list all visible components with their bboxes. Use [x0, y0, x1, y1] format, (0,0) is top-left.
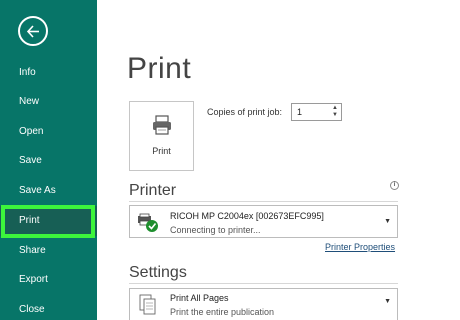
copies-label: Copies of print job:	[207, 107, 283, 117]
nav-item-save-as[interactable]: Save As	[0, 176, 97, 206]
printer-icon	[153, 115, 171, 135]
printer-status: Connecting to printer...	[170, 225, 261, 235]
nav-item-export[interactable]: Export	[0, 265, 97, 295]
info-icon[interactable]: i	[390, 181, 399, 190]
back-button[interactable]	[18, 16, 48, 46]
nav-item-close[interactable]: Close	[0, 295, 97, 320]
settings-divider	[129, 283, 398, 284]
print-button-label: Print	[152, 146, 171, 156]
printer-select[interactable]: RICOH MP C2004ex [002673EFC995] Connecti…	[129, 205, 398, 238]
print-pages-select[interactable]: Print All Pages Print the entire publica…	[129, 288, 398, 320]
copies-stepper[interactable]: 1 ▲ ▼	[291, 103, 342, 121]
pages-icon	[139, 294, 156, 315]
nav-item-new[interactable]: New	[0, 87, 97, 117]
printer-status-icon	[138, 213, 158, 232]
printer-name: RICOH MP C2004ex [002673EFC995]	[170, 211, 324, 221]
nav-item-info[interactable]: Info	[0, 58, 97, 88]
spin-up-icon[interactable]: ▲	[331, 105, 339, 112]
backstage-sidebar: Info New Open Save Save As Print Share E…	[0, 0, 97, 320]
copies-value: 1	[297, 107, 303, 117]
back-arrow-icon	[26, 25, 39, 38]
copies-spinner[interactable]: ▲ ▼	[331, 105, 339, 119]
chevron-down-icon[interactable]: ▼	[384, 218, 391, 225]
pages-option: Print All Pages	[170, 293, 229, 303]
nav-item-share[interactable]: Share	[0, 236, 97, 266]
print-button[interactable]: Print	[129, 101, 194, 171]
nav-item-save[interactable]: Save	[0, 146, 97, 176]
spin-down-icon[interactable]: ▼	[331, 112, 339, 119]
printer-section-title: Printer	[129, 182, 177, 199]
chevron-down-icon[interactable]: ▼	[384, 298, 391, 305]
printer-properties-link[interactable]: Printer Properties	[325, 242, 395, 252]
settings-section-title: Settings	[129, 264, 187, 281]
nav-item-open[interactable]: Open	[0, 117, 97, 147]
pages-description: Print the entire publication	[170, 307, 275, 317]
print-highlight-box	[1, 205, 95, 238]
page-title: Print	[127, 52, 192, 85]
printer-divider	[129, 201, 398, 202]
